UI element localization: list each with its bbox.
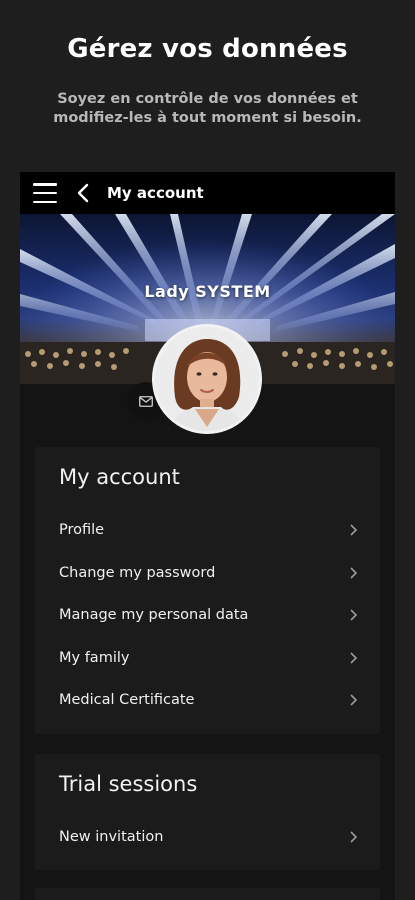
- next-section: [35, 888, 380, 900]
- menu-item-my-family[interactable]: My family: [35, 637, 380, 680]
- chevron-right-icon: [350, 567, 358, 579]
- trial-sessions-section: Trial sessions New invitation: [35, 754, 380, 870]
- menu-item-profile[interactable]: Profile: [35, 509, 380, 552]
- page-title: My account: [107, 184, 204, 202]
- chevron-right-icon: [350, 694, 358, 706]
- menu-item-label: My family: [59, 649, 130, 666]
- menu-item-label: Medical Certificate: [59, 692, 195, 709]
- my-account-section: My account Profile Change my password Ma…: [35, 447, 380, 734]
- top-app-bar: My account: [20, 172, 395, 214]
- chevron-right-icon: [350, 524, 358, 536]
- menu-item-new-invitation[interactable]: New invitation: [35, 816, 380, 859]
- phone-screen: My account Lady SYSTEM My account Profil…: [20, 172, 395, 900]
- chevron-right-icon: [350, 652, 358, 664]
- profile-header: Lady SYSTEM: [20, 214, 395, 434]
- menu-item-medical-certificate[interactable]: Medical Certificate: [35, 679, 380, 722]
- chevron-right-icon: [350, 831, 358, 843]
- menu-item-change-password[interactable]: Change my password: [35, 552, 380, 595]
- chevron-right-icon: [350, 609, 358, 621]
- menu-item-label: New invitation: [59, 829, 164, 846]
- section-title: Trial sessions: [59, 772, 198, 796]
- menu-item-label: Profile: [59, 522, 105, 539]
- user-name: Lady SYSTEM: [144, 282, 271, 301]
- menu-item-label: Change my password: [59, 564, 216, 581]
- avatar[interactable]: [152, 324, 262, 434]
- chevron-left-icon[interactable]: [75, 182, 93, 204]
- hamburger-menu-icon[interactable]: [33, 183, 57, 203]
- promo-subtitle: Soyez en contrôle de vos données et modi…: [53, 91, 362, 126]
- menu-item-label: Manage my personal data: [59, 607, 249, 624]
- promo-title: Gérez vos données: [67, 34, 348, 64]
- menu-item-personal-data[interactable]: Manage my personal data: [35, 594, 380, 637]
- section-title: My account: [59, 465, 180, 489]
